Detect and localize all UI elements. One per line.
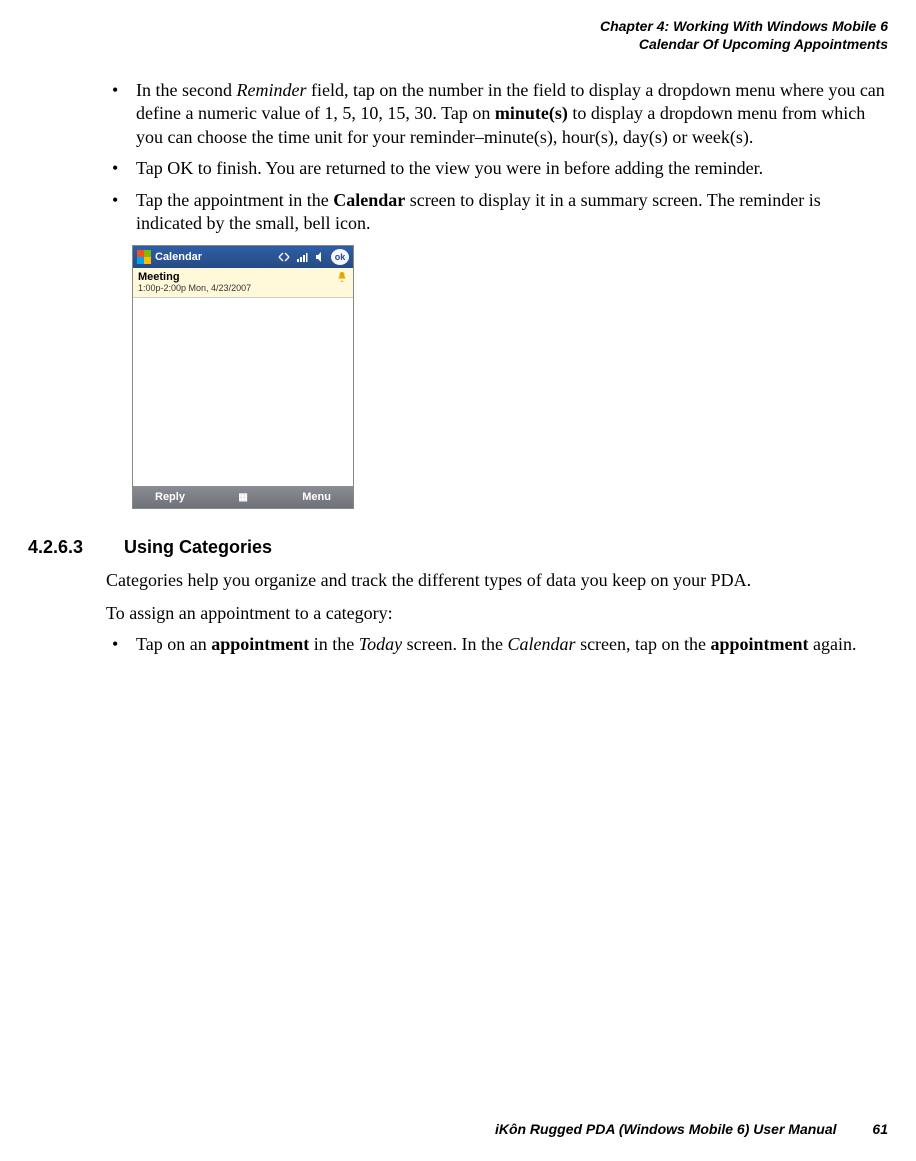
start-icon xyxy=(137,250,151,264)
list-item: Tap on an appointment in the Today scree… xyxy=(106,633,888,656)
appointment-time: 1:00p-2:00p Mon, 4/23/2007 xyxy=(138,283,348,293)
list-item: Tap OK to finish. You are returned to th… xyxy=(106,157,888,180)
softkey-right[interactable]: Menu xyxy=(302,491,331,503)
keyboard-icon[interactable]: ▦ xyxy=(230,492,258,503)
manual-title: iKôn Rugged PDA (Windows Mobile 6) User … xyxy=(495,1121,837,1137)
signal-icon xyxy=(295,250,309,264)
softkey-bar: Reply ▦ Menu xyxy=(133,486,353,508)
section-number: 4.2.6.3 xyxy=(28,537,106,558)
body-paragraph: Categories help you organize and track t… xyxy=(106,568,888,592)
body-paragraph: To assign an appointment to a category: xyxy=(106,601,888,625)
volume-icon xyxy=(313,250,327,264)
app-title: Calendar xyxy=(155,251,202,263)
list-item: In the second Reminder field, tap on the… xyxy=(106,79,888,149)
page-number: 61 xyxy=(872,1121,888,1137)
section-title: Using Categories xyxy=(124,537,272,558)
appointment-summary: Meeting 1:00p-2:00p Mon, 4/23/2007 xyxy=(133,268,353,298)
device-screenshot: Calendar ok Meeting 1:00p-2:00p Mon, 4/2… xyxy=(132,245,354,509)
instruction-list-bottom: Tap on an appointment in the Today scree… xyxy=(106,633,888,656)
appointment-body xyxy=(133,298,353,486)
ok-button[interactable]: ok xyxy=(331,249,349,265)
page-header: Chapter 4: Working With Windows Mobile 6… xyxy=(28,18,888,53)
page-footer: iKôn Rugged PDA (Windows Mobile 6) User … xyxy=(495,1121,888,1137)
softkey-left[interactable]: Reply xyxy=(155,491,185,503)
instruction-list-top: In the second Reminder field, tap on the… xyxy=(106,79,888,235)
header-chapter: Chapter 4: Working With Windows Mobile 6 xyxy=(28,18,888,36)
header-section: Calendar Of Upcoming Appointments xyxy=(28,36,888,54)
appointment-title: Meeting xyxy=(138,271,348,283)
section-heading: 4.2.6.3 Using Categories xyxy=(106,537,888,558)
connectivity-icon xyxy=(277,250,291,264)
titlebar: Calendar ok xyxy=(133,246,353,268)
bell-icon xyxy=(336,271,348,286)
list-item: Tap the appointment in the Calendar scre… xyxy=(106,189,888,236)
